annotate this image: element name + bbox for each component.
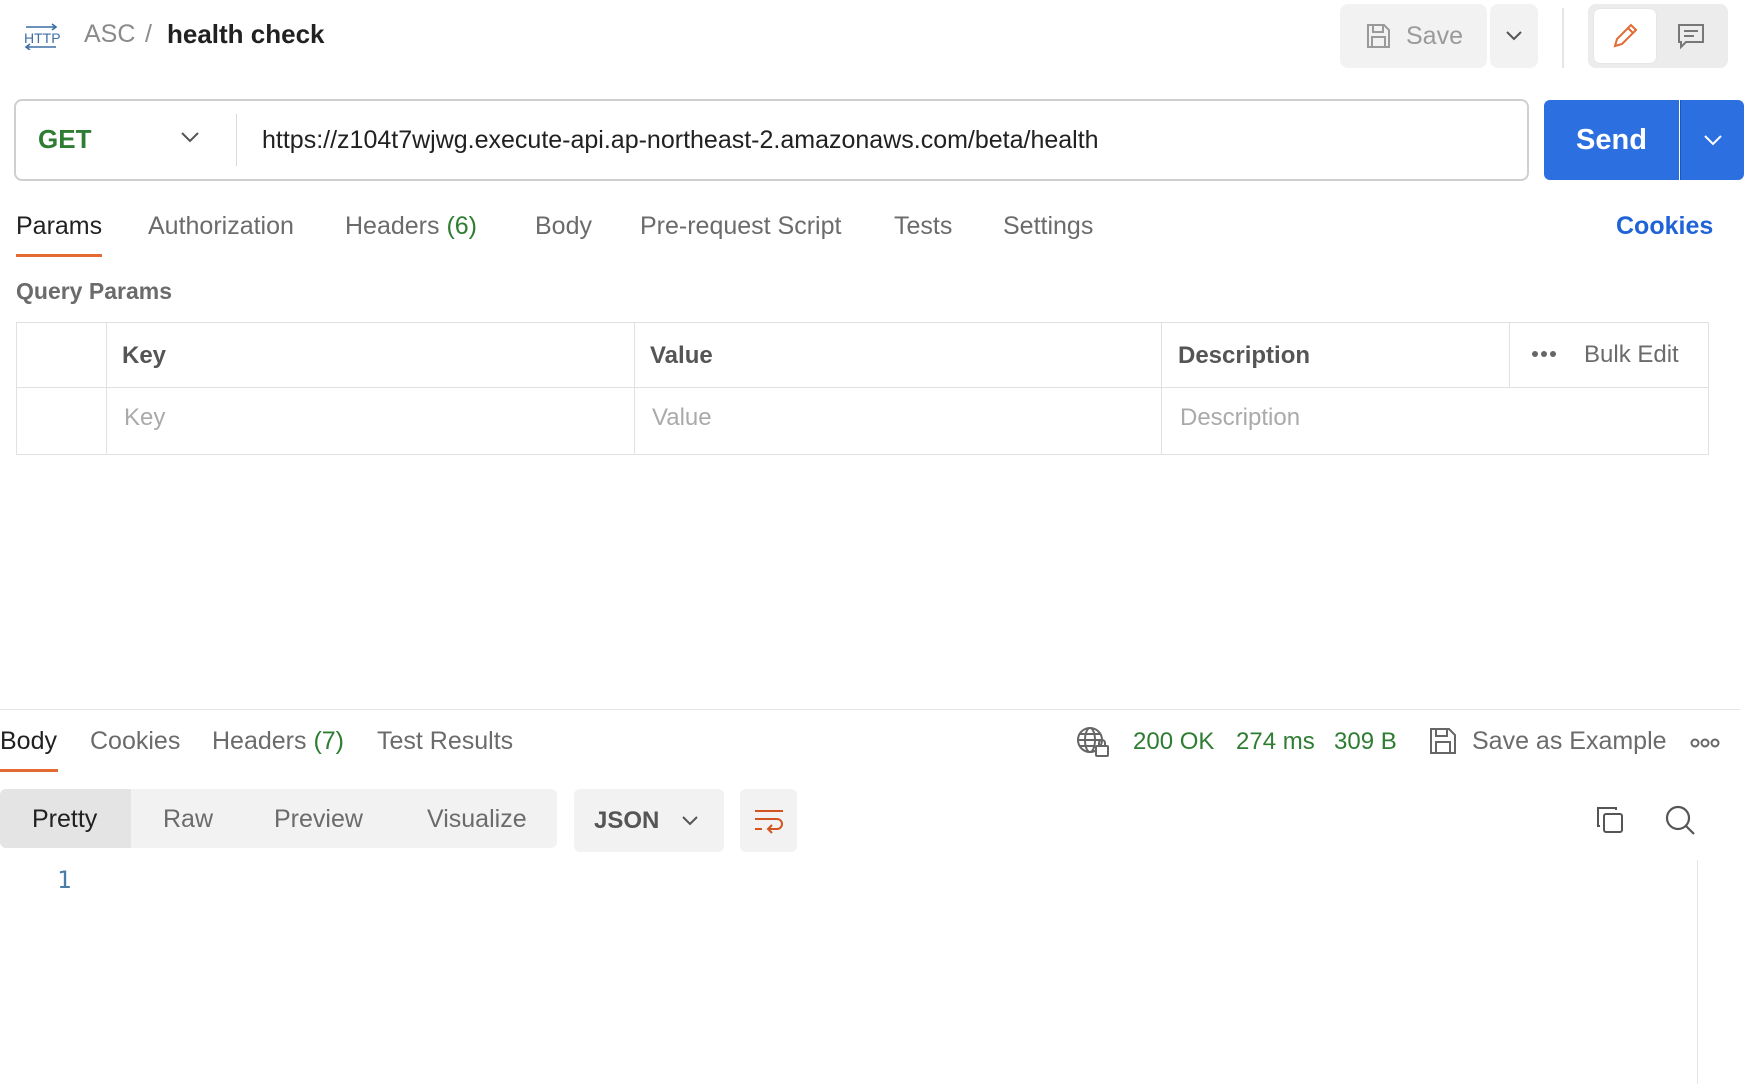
- column-key: Key: [122, 342, 167, 369]
- chevron-down-icon[interactable]: [180, 130, 200, 144]
- response-tab-test-results[interactable]: Test Results: [377, 727, 513, 756]
- chevron-down-icon: [1505, 30, 1523, 42]
- tab-params[interactable]: Params: [16, 212, 102, 241]
- tab-tests[interactable]: Tests: [894, 212, 952, 241]
- params-column-divider: [1509, 322, 1510, 387]
- response-divider: [0, 709, 1740, 710]
- tab-headers-count: (6): [446, 212, 478, 240]
- breadcrumb-workspace[interactable]: ASC: [84, 20, 135, 49]
- save-button[interactable]: Save: [1340, 4, 1487, 68]
- query-params-title: Query Params: [16, 278, 172, 304]
- save-as-example-button[interactable]: Save as Example: [1472, 727, 1667, 756]
- format-select[interactable]: JSON: [574, 789, 724, 852]
- response-time[interactable]: 274 ms: [1236, 728, 1315, 756]
- method-select[interactable]: GET: [38, 124, 91, 155]
- response-status[interactable]: 200 OK: [1133, 728, 1214, 756]
- view-pretty[interactable]: Pretty: [32, 805, 97, 834]
- chevron-down-icon: [1703, 133, 1723, 147]
- http-icon: HTTP: [24, 22, 60, 50]
- editor-scrollbar[interactable]: [1697, 860, 1698, 1084]
- bulk-edit-button[interactable]: Bulk Edit: [1584, 341, 1679, 369]
- edit-mode-button[interactable]: [1594, 9, 1656, 63]
- send-button[interactable]: Send: [1544, 100, 1679, 180]
- tab-settings[interactable]: Settings: [1003, 212, 1093, 241]
- save-icon[interactable]: [1428, 726, 1458, 756]
- active-tab-indicator: [16, 254, 102, 257]
- params-column-divider: [106, 322, 107, 455]
- save-icon: [1364, 22, 1392, 50]
- wrap-lines-button[interactable]: [740, 789, 797, 852]
- line-number: 1: [57, 866, 72, 894]
- params-header-divider: [16, 387, 1709, 388]
- response-tab-headers-label: Headers: [212, 727, 307, 755]
- copy-icon[interactable]: [1594, 804, 1626, 836]
- column-description: Description: [1178, 342, 1311, 369]
- comments-button[interactable]: [1660, 9, 1722, 63]
- more-options-icon[interactable]: [1531, 350, 1557, 358]
- globe-lock-icon[interactable]: [1076, 726, 1110, 758]
- more-options-icon[interactable]: [1690, 738, 1720, 748]
- tab-headers-label: Headers: [345, 212, 440, 240]
- params-column-divider: [1161, 322, 1162, 455]
- response-tab-cookies[interactable]: Cookies: [90, 727, 180, 756]
- response-size[interactable]: 309 B: [1334, 728, 1397, 756]
- url-input[interactable]: [262, 118, 1502, 162]
- response-tab-headers-count: (7): [313, 727, 345, 755]
- response-tab-body[interactable]: Body: [0, 727, 57, 756]
- response-tab-headers[interactable]: Headers (7): [212, 727, 344, 756]
- tab-headers[interactable]: Headers (6): [345, 212, 477, 241]
- column-value: Value: [650, 342, 713, 369]
- format-label: JSON: [594, 806, 660, 834]
- tab-body[interactable]: Body: [535, 212, 592, 241]
- cookies-link[interactable]: Cookies: [1616, 212, 1713, 241]
- key-input[interactable]: Key: [124, 404, 165, 432]
- request-name[interactable]: health check: [167, 19, 325, 50]
- send-options-button[interactable]: [1680, 100, 1744, 180]
- chevron-down-icon: [681, 815, 699, 827]
- method-divider: [236, 114, 237, 166]
- wrap-icon: [753, 808, 785, 834]
- breadcrumb-separator: /: [145, 20, 152, 48]
- pencil-icon: [1610, 21, 1640, 51]
- search-icon[interactable]: [1664, 804, 1696, 836]
- tab-pre-request-script[interactable]: Pre-request Script: [640, 212, 841, 241]
- description-input[interactable]: Description: [1180, 404, 1300, 432]
- active-response-tab-indicator: [0, 769, 58, 772]
- toolbar-divider: [1562, 8, 1564, 68]
- params-table: [16, 322, 1709, 455]
- save-options-button[interactable]: [1490, 4, 1538, 68]
- comment-icon: [1676, 22, 1706, 50]
- view-visualize[interactable]: Visualize: [427, 805, 527, 834]
- tab-authorization[interactable]: Authorization: [148, 212, 294, 241]
- value-input[interactable]: Value: [652, 404, 712, 432]
- view-raw[interactable]: Raw: [163, 805, 213, 834]
- save-label: Save: [1406, 21, 1463, 50]
- view-preview[interactable]: Preview: [274, 805, 363, 834]
- params-column-divider: [634, 322, 635, 455]
